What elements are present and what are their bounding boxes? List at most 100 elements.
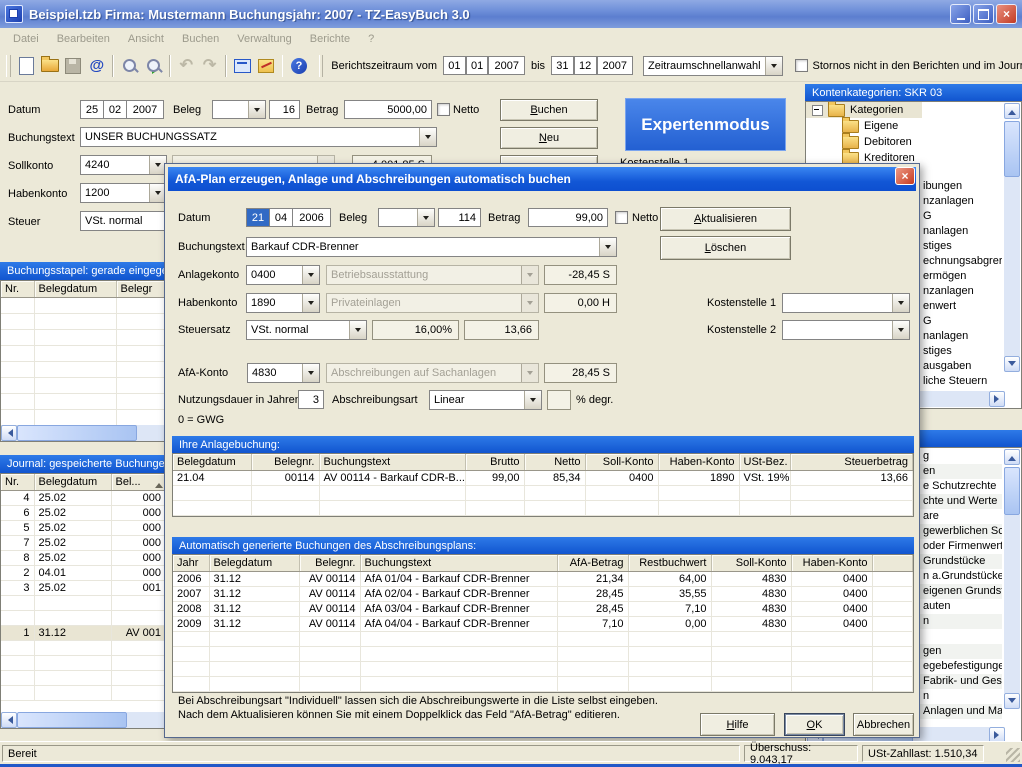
column-header[interactable]: Brutto — [465, 454, 524, 471]
dlg-datum-year-field[interactable]: 2006 — [292, 208, 331, 227]
afakonto-combo[interactable]: 4830 — [247, 363, 320, 383]
help-icon[interactable]: ? — [290, 56, 307, 76]
search-icon[interactable] — [121, 56, 138, 76]
column-header[interactable]: Belegdatum — [209, 555, 299, 572]
dropdown-arrow-icon[interactable] — [892, 321, 909, 339]
scroll-up-icon[interactable] — [1004, 449, 1020, 465]
column-header[interactable] — [872, 555, 913, 572]
scroll-thumb[interactable] — [1004, 467, 1020, 515]
scroll-thumb[interactable] — [17, 425, 137, 441]
table-row[interactable]: 200831.12AV 00114AfA 03/04 - Barkauf CDR… — [173, 602, 913, 617]
abbrechen-button[interactable]: Abbrechen — [853, 713, 914, 736]
netto-checkbox[interactable] — [437, 103, 450, 116]
scroll-down-icon[interactable] — [1004, 356, 1020, 372]
dlg-datum-day-field[interactable]: 21 — [246, 208, 270, 227]
toolbar-grip[interactable] — [319, 55, 324, 77]
journal-hscrollbar[interactable] — [1, 712, 166, 728]
column-header[interactable]: Nr. — [1, 474, 34, 491]
tree-item-eigene[interactable]: Eigene — [806, 118, 1021, 134]
table-row[interactable]: 200731.12AV 00114AfA 02/04 - Barkauf CDR… — [173, 587, 913, 602]
menu-item[interactable]: Verwaltung — [228, 30, 300, 48]
scroll-thumb[interactable] — [1004, 121, 1020, 177]
column-header[interactable]: Belegdatum — [173, 454, 251, 471]
aktualisieren-button[interactable]: Aktualisieren — [660, 207, 791, 231]
menu-item[interactable]: Ansicht — [119, 30, 173, 48]
accounts-vscrollbar[interactable] — [1004, 103, 1020, 392]
dropdown-arrow-icon[interactable] — [892, 294, 909, 312]
scroll-left-icon[interactable] — [1, 425, 17, 441]
kostenstelle1-combo[interactable] — [782, 293, 910, 313]
calculator-icon[interactable] — [234, 56, 251, 76]
maximize-button[interactable] — [973, 4, 994, 24]
column-header[interactable]: Buchungstext — [319, 454, 465, 471]
period-from-year[interactable]: 2007 — [488, 56, 525, 75]
new-file-icon[interactable] — [18, 56, 35, 76]
table-row[interactable]: 425.02000 — [1, 491, 166, 506]
scroll-up-icon[interactable] — [1004, 103, 1020, 119]
table-row[interactable]: 525.02000 — [1, 521, 166, 536]
column-header[interactable]: Buchungstext — [360, 555, 557, 572]
resize-grip-icon[interactable] — [1006, 748, 1020, 762]
dropdown-arrow-icon[interactable] — [599, 238, 616, 256]
storno-checkbox[interactable] — [795, 59, 808, 72]
redo-icon[interactable]: ↷ — [201, 56, 218, 76]
scroll-down-icon[interactable] — [1004, 693, 1020, 709]
column-header[interactable]: Belegnr. — [251, 454, 319, 471]
table-row[interactable]: 325.02001 — [1, 581, 166, 596]
column-header[interactable]: USt-Bez. — [739, 454, 790, 471]
dlg-habenkonto-combo[interactable]: 1890 — [246, 293, 320, 313]
sort-arrow-icon[interactable] — [155, 479, 163, 488]
degr-percent-field[interactable] — [547, 390, 571, 410]
period-to-day[interactable]: 31 — [551, 56, 574, 75]
dropdown-arrow-icon[interactable] — [349, 321, 366, 339]
period-to-year[interactable]: 2007 — [597, 56, 634, 75]
datum-year-field[interactable]: 2007 — [126, 100, 164, 119]
dlg-betrag-field[interactable]: 99,00 — [528, 208, 608, 227]
steuersatz-combo[interactable]: VSt. normal — [246, 320, 367, 340]
column-header[interactable]: Nr. — [1, 281, 34, 298]
menu-item[interactable]: Datei — [4, 30, 48, 48]
column-header[interactable]: Netto — [524, 454, 585, 471]
table-row[interactable]: 200631.12AV 00114AfA 01/04 - Barkauf CDR… — [173, 572, 913, 587]
email-icon[interactable]: @ — [88, 56, 105, 76]
quick-period-select[interactable]: Zeitraumschnellanwahl — [643, 56, 783, 76]
column-header[interactable]: Haben-Konto — [658, 454, 739, 471]
table-row[interactable]: 131.12AV 001 — [1, 626, 166, 641]
dropdown-arrow-icon[interactable] — [302, 294, 319, 312]
stack-hscrollbar[interactable] — [1, 425, 166, 441]
table-row[interactable]: 625.02000 — [1, 506, 166, 521]
dialog-close-button[interactable]: × — [895, 167, 915, 185]
undo-icon[interactable]: ↶ — [178, 56, 195, 76]
column-header[interactable]: Jahr — [173, 555, 209, 572]
buchungstext-combo[interactable]: UNSER BUCHUNGSSATZ — [80, 127, 437, 147]
menu-item[interactable]: ? — [359, 30, 383, 48]
table-row[interactable]: 204.01000 — [1, 566, 166, 581]
column-header[interactable]: Belegr — [116, 281, 166, 298]
column-header[interactable]: Haben-Konto — [791, 555, 872, 572]
toolbar-grip[interactable] — [6, 55, 11, 77]
dlg-netto-checkbox[interactable] — [615, 211, 628, 224]
beleg-nr-field[interactable]: 16 — [269, 100, 300, 119]
period-from-day[interactable]: 01 — [443, 56, 466, 75]
abschreibungsart-combo[interactable]: Linear — [429, 390, 542, 410]
hilfe-button[interactable]: Hilfe — [700, 713, 775, 736]
table-row[interactable] — [1, 596, 166, 611]
kostenstelle2-combo[interactable] — [782, 320, 910, 340]
menu-item[interactable]: Bearbeiten — [48, 30, 119, 48]
tree-item-debitoren[interactable]: Debitoren — [806, 134, 1021, 150]
dlg-beleg-nr-field[interactable]: 114 — [438, 208, 481, 227]
table-row[interactable]: 21.0400114AV 00114 - Barkauf CDR-B...99,… — [173, 471, 913, 486]
ok-button[interactable]: OK — [784, 713, 845, 736]
table-row[interactable]: 725.02000 — [1, 536, 166, 551]
column-header[interactable]: AfA-Betrag — [557, 555, 628, 572]
table-row[interactable] — [1, 611, 166, 626]
column-header[interactable]: Soll-Konto — [711, 555, 791, 572]
dropdown-arrow-icon[interactable] — [248, 101, 265, 118]
minimize-button[interactable] — [950, 4, 971, 24]
table-row[interactable]: 825.02000 — [1, 551, 166, 566]
save-icon[interactable] — [65, 56, 82, 76]
open-file-icon[interactable] — [41, 56, 59, 76]
column-header[interactable]: Soll-Konto — [585, 454, 658, 471]
column-header[interactable]: Steuerbetrag — [790, 454, 913, 471]
loeschen-button[interactable]: Löschen — [660, 236, 791, 260]
